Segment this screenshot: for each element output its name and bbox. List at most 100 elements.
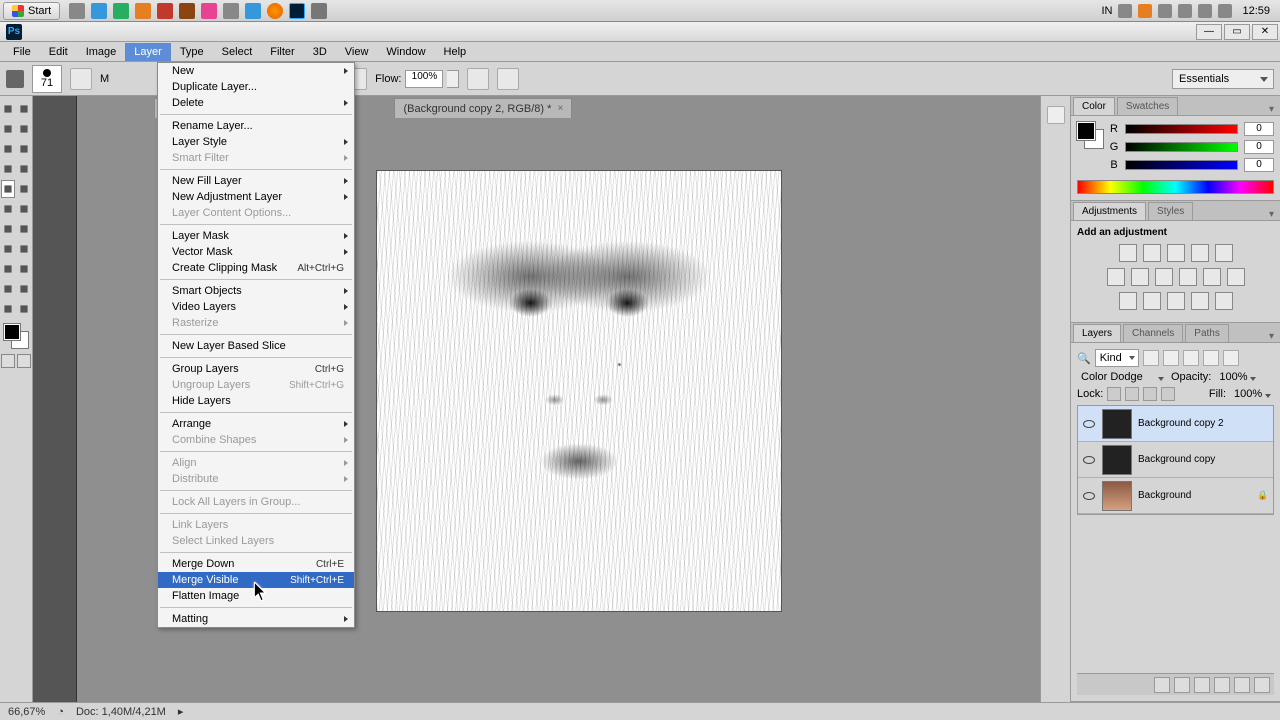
path-tool-icon[interactable] [17,260,31,278]
eyedropper-tool-icon[interactable] [1,160,15,178]
tray-icon[interactable] [1138,4,1152,18]
workspace-switcher[interactable]: Essentials [1172,69,1274,89]
lock-position-icon[interactable] [1143,387,1157,401]
menu-help[interactable]: Help [435,43,476,61]
menuitem-new-fill-layer[interactable]: New Fill Layer [158,173,354,189]
dodge-tool-icon[interactable] [1,240,15,258]
layer-thumbnail[interactable] [1102,445,1132,475]
brightness-icon[interactable] [1119,244,1137,262]
hue-strip[interactable] [1077,180,1274,194]
status-icon[interactable]: ◔ [57,706,64,718]
posterize-icon[interactable] [1143,292,1161,310]
filter-smart-icon[interactable] [1223,350,1239,366]
artboard-tool-icon[interactable] [17,100,31,118]
tab-channels[interactable]: Channels [1123,324,1183,342]
menu-edit[interactable]: Edit [40,43,77,61]
brush-preset-picker[interactable]: 71 [32,65,62,93]
quickmask-icon[interactable] [1,354,15,368]
menu-select[interactable]: Select [213,43,262,61]
delete-layer-icon[interactable] [1254,677,1270,693]
b-input[interactable]: 0 [1244,158,1274,172]
close-button[interactable]: ✕ [1252,24,1278,40]
history-tool-icon[interactable] [1,200,15,218]
brush-tool-icon[interactable] [1,180,15,198]
tab-layers[interactable]: Layers [1073,324,1121,342]
screenmode-icon[interactable] [17,354,31,368]
tray-icon[interactable] [1178,4,1192,18]
taskbar-app-icon[interactable] [135,3,151,19]
visibility-eye-icon[interactable] [1082,453,1096,467]
new-folder-icon[interactable] [1214,677,1230,693]
zoom-tool-icon[interactable] [1,300,15,318]
menuitem-new-adjustment-layer[interactable]: New Adjustment Layer [158,189,354,205]
blur-tool-icon[interactable] [17,220,31,238]
filter-pixel-icon[interactable] [1143,350,1159,366]
bw-icon[interactable] [1155,268,1173,286]
g-slider[interactable] [1125,142,1238,152]
menu-type[interactable]: Type [171,43,213,61]
tablet-pressure-icon[interactable] [467,68,489,90]
menuitem-merge-visible[interactable]: Merge VisibleShift+Ctrl+E [158,572,354,588]
r-input[interactable]: 0 [1244,122,1274,136]
menuitem-video-layers[interactable]: Video Layers [158,299,354,315]
menuitem-group-layers[interactable]: Group LayersCtrl+G [158,361,354,377]
levels-icon[interactable] [1143,244,1161,262]
hue-icon[interactable] [1107,268,1125,286]
taskbar-app-icon[interactable] [311,3,327,19]
tray-icon[interactable] [1218,4,1232,18]
symmetry-icon[interactable] [497,68,519,90]
menuitem-create-clipping-mask[interactable]: Create Clipping MaskAlt+Ctrl+G [158,260,354,276]
visibility-eye-icon[interactable] [1082,489,1096,503]
menu-view[interactable]: View [336,43,378,61]
document-canvas[interactable] [377,171,781,611]
maximize-button[interactable]: ▭ [1224,24,1250,40]
menu-3d[interactable]: 3D [304,43,336,61]
visibility-eye-icon[interactable] [1082,417,1096,431]
type-tool-icon[interactable] [1,260,15,278]
doc-size[interactable]: Doc: 1,40M/4,21M [76,706,166,718]
layer-name[interactable]: Background copy [1138,454,1215,465]
tab-close-icon[interactable]: × [557,103,563,114]
clock[interactable]: 12:59 [1238,5,1274,17]
lock-image-icon[interactable] [1125,387,1139,401]
tab-swatches[interactable]: Swatches [1117,97,1178,115]
menu-file[interactable]: File [4,43,40,61]
menuitem-layer-mask[interactable]: Layer Mask [158,228,354,244]
menu-layer[interactable]: Layer [125,43,171,61]
rectangle-tool-icon[interactable] [1,280,15,298]
invert-icon[interactable] [1119,292,1137,310]
tab-paths[interactable]: Paths [1185,324,1229,342]
filter-type-icon[interactable] [1183,350,1199,366]
layer-name[interactable]: Background [1138,490,1191,501]
color-swatch-mini[interactable] [1077,122,1103,148]
stamp-tool-icon[interactable] [17,180,31,198]
opacity-input[interactable]: 100% [1215,371,1259,383]
menuitem-new-layer-based-slice[interactable]: New Layer Based Slice [158,338,354,354]
flow-dropdown-icon[interactable] [447,70,459,88]
filter-shape-icon[interactable] [1203,350,1219,366]
threshold-icon[interactable] [1167,292,1185,310]
panel-menu-icon[interactable]: ▾ [1263,209,1280,220]
menuitem-layer-style[interactable]: Layer Style [158,134,354,150]
tool-preset-icon[interactable] [6,70,24,88]
vibrance-icon[interactable] [1215,244,1233,262]
layer-name[interactable]: Background copy 2 [1138,418,1224,429]
menuitem-vector-mask[interactable]: Vector Mask [158,244,354,260]
taskbar-app-icon[interactable] [69,3,85,19]
layer-style-icon[interactable] [1174,677,1190,693]
heal-tool-icon[interactable] [17,160,31,178]
taskbar-photoshop-icon[interactable] [289,3,305,19]
taskbar-app-icon[interactable] [157,3,173,19]
layer-thumbnail[interactable] [1102,481,1132,511]
taskbar-firefox-icon[interactable] [267,3,283,19]
channelmixer-icon[interactable] [1203,268,1221,286]
move-tool-icon[interactable] [1,100,15,118]
taskbar-app-icon[interactable] [223,3,239,19]
menuitem-rename-layer[interactable]: Rename Layer... [158,118,354,134]
menuitem-delete[interactable]: Delete [158,95,354,111]
menuitem-arrange[interactable]: Arrange [158,416,354,432]
foreground-background-swatch[interactable] [4,324,28,348]
brush-panel-toggle-icon[interactable] [70,68,92,90]
b-slider[interactable] [1125,160,1238,170]
layer-mask-icon[interactable] [1194,677,1210,693]
